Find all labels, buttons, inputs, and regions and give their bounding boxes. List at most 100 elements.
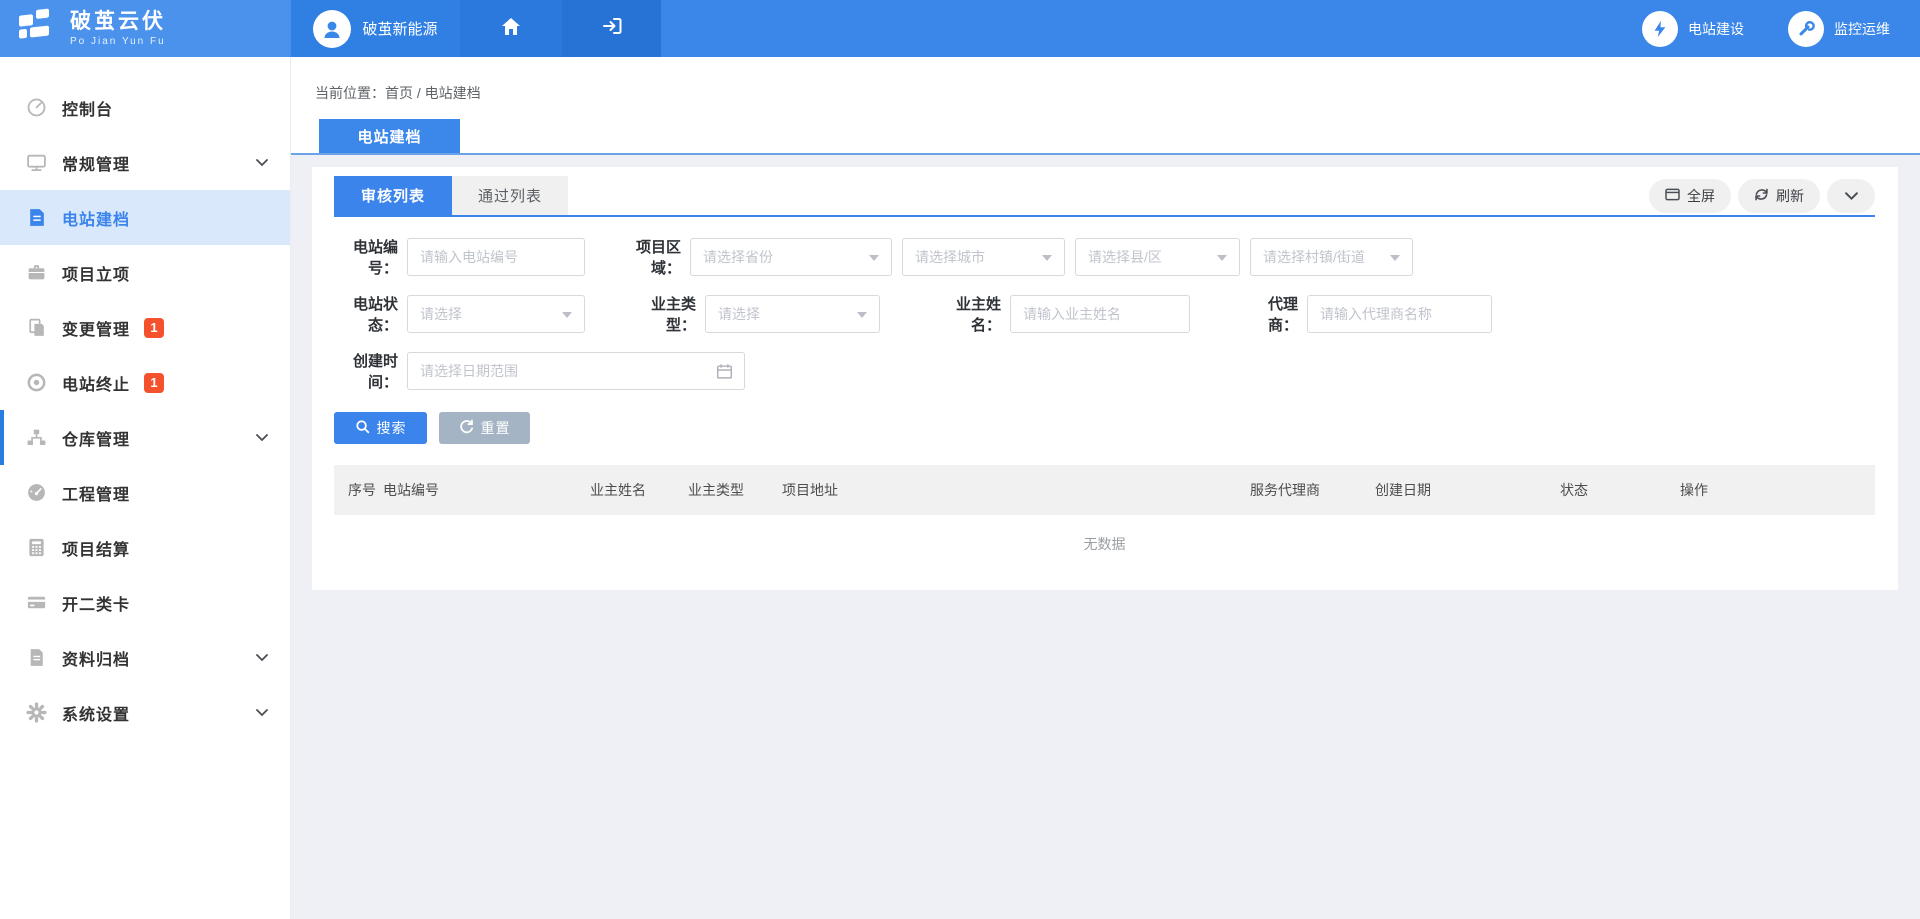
archive-icon xyxy=(25,647,47,669)
collapse-toggle-button[interactable] xyxy=(1827,179,1875,213)
owner-name-placeholder: 请输入业主姓名 xyxy=(1023,304,1121,324)
refresh-label: 刷新 xyxy=(1776,186,1804,206)
sidebar-item-label: 仓库管理 xyxy=(62,426,130,450)
sidebar-item-project-settlement[interactable]: 项目结算 xyxy=(0,520,290,575)
created-time-label: 创建时间： xyxy=(334,350,407,392)
home-button[interactable] xyxy=(460,0,562,57)
sidebar-item-console[interactable]: 控制台 xyxy=(0,80,290,135)
logout-icon xyxy=(602,17,622,40)
town-placeholder: 请选择村镇/街道 xyxy=(1263,247,1365,267)
sidebar-item-general-mgmt[interactable]: 常规管理 xyxy=(0,135,290,190)
province-placeholder: 请选择省份 xyxy=(703,247,773,267)
chevron-down-icon xyxy=(256,434,268,442)
card-icon xyxy=(25,592,47,614)
page-tab-station-archive[interactable]: 电站建档 xyxy=(319,119,460,153)
station-status-select[interactable]: 请选择 xyxy=(407,295,585,333)
refresh-button[interactable]: 刷新 xyxy=(1738,179,1820,213)
logout-button[interactable] xyxy=(562,0,661,57)
tab-review-list[interactable]: 审核列表 xyxy=(334,176,452,215)
caret-down-icon xyxy=(562,312,572,323)
table-header-row: 序号 电站编号 业主姓名 业主类型 项目地址 服务代理商 创建日期 状态 操作 xyxy=(334,465,1875,515)
filter-row-3: 创建时间： 请选择日期范围 xyxy=(334,352,1875,390)
date-range-input[interactable]: 请选择日期范围 xyxy=(407,352,745,390)
search-label: 搜索 xyxy=(377,418,407,438)
city-select[interactable]: 请选择城市 xyxy=(902,238,1065,276)
agent-placeholder: 请输入代理商名称 xyxy=(1320,304,1432,324)
module-monitor-ops[interactable]: 监控运维 xyxy=(1788,11,1890,47)
col-owner-name: 业主姓名 xyxy=(590,480,688,500)
action-buttons: 搜索 重置 xyxy=(334,412,1875,444)
brand-logo-icon xyxy=(16,8,60,49)
breadcrumb: 当前位置：首页 / 电站建档 xyxy=(315,83,481,103)
document-icon xyxy=(25,207,47,229)
fullscreen-label: 全屏 xyxy=(1687,186,1715,206)
brand-name: 破茧云伏 xyxy=(70,10,166,33)
sitemap-icon xyxy=(25,427,47,449)
copy-icon xyxy=(25,317,47,339)
sidebar-item-label: 开二类卡 xyxy=(62,591,130,615)
filter-row-2: 电站状态： 请选择 业主类型： 请选择 业主姓名： 请输入业主姓名 xyxy=(334,295,1875,333)
sidebar-item-label: 资料归档 xyxy=(62,646,130,670)
station-no-label: 电站编号： xyxy=(334,236,407,278)
sidebar-item-project-initiation[interactable]: 项目立项 xyxy=(0,245,290,300)
sidebar-item-label: 系统设置 xyxy=(62,701,130,725)
avatar[interactable] xyxy=(313,10,351,48)
province-select[interactable]: 请选择省份 xyxy=(690,238,892,276)
col-service-agent: 服务代理商 xyxy=(1250,480,1375,500)
sidebar-item-engineering-mgmt[interactable]: 工程管理 xyxy=(0,465,290,520)
user-menu[interactable]: 破茧新能源 xyxy=(291,0,460,57)
sidebar-item-station-termination[interactable]: 电站终止 1 xyxy=(0,355,290,410)
tab-underline xyxy=(334,215,1875,217)
col-seq: 序号 xyxy=(334,480,383,500)
col-station-no: 电站编号 xyxy=(383,480,590,500)
lightning-icon xyxy=(1642,11,1678,47)
agent-input[interactable]: 请输入代理商名称 xyxy=(1307,295,1492,333)
chevron-down-icon xyxy=(256,654,268,662)
station-no-input[interactable]: 请输入电站编号 xyxy=(407,238,585,276)
brand-text: 破茧云伏 Po Jian Yun Fu xyxy=(70,10,166,47)
sidebar-item-data-archive[interactable]: 资料归档 xyxy=(0,630,290,685)
chevron-down-icon xyxy=(256,709,268,717)
sidebar-item-open-class2-card[interactable]: 开二类卡 xyxy=(0,575,290,630)
city-placeholder: 请选择城市 xyxy=(915,247,985,267)
breadcrumb-bar: 当前位置：首页 / 电站建档 电站建档 xyxy=(291,57,1920,155)
calendar-icon xyxy=(716,363,733,383)
gauge-icon xyxy=(25,482,47,504)
content-body: 审核列表 通过列表 全屏 xyxy=(291,155,1920,919)
wrench-icon xyxy=(1788,11,1824,47)
breadcrumb-path[interactable]: 首页 / 电站建档 xyxy=(385,85,481,101)
town-select[interactable]: 请选择村镇/街道 xyxy=(1250,238,1413,276)
owner-type-select[interactable]: 请选择 xyxy=(705,295,880,333)
tab-passed-list[interactable]: 通过列表 xyxy=(452,176,568,215)
filter-form: 电站编号： 请输入电站编号 项目区域： 请选择省份 请选择城市 xyxy=(334,238,1875,390)
monitor-icon xyxy=(25,152,47,174)
region-label: 项目区域： xyxy=(617,236,690,278)
sidebar-item-change-mgmt[interactable]: 变更管理 1 xyxy=(0,300,290,355)
county-select[interactable]: 请选择县/区 xyxy=(1075,238,1240,276)
topbar-modules: 电站建设 监控运维 xyxy=(661,0,1920,57)
reset-button[interactable]: 重置 xyxy=(439,412,530,444)
sidebar-item-label: 常规管理 xyxy=(62,151,130,175)
search-icon xyxy=(355,419,370,437)
results-table: 序号 电站编号 业主姓名 业主类型 项目地址 服务代理商 创建日期 状态 操作 … xyxy=(334,465,1875,572)
search-button[interactable]: 搜索 xyxy=(334,412,427,444)
caret-down-icon xyxy=(857,312,867,323)
topbar: 破茧云伏 Po Jian Yun Fu 破茧新能源 xyxy=(0,0,1920,57)
sidebar-item-system-settings[interactable]: 系统设置 xyxy=(0,685,290,740)
station-status-label: 电站状态： xyxy=(334,293,407,335)
sidebar-item-label: 工程管理 xyxy=(62,481,130,505)
caret-down-icon xyxy=(1390,255,1400,266)
change-mgmt-badge: 1 xyxy=(144,318,164,338)
module-station-build[interactable]: 电站建设 xyxy=(1642,11,1744,47)
station-termination-badge: 1 xyxy=(144,373,164,393)
station-status-placeholder: 请选择 xyxy=(420,304,462,324)
target-icon xyxy=(25,372,47,394)
owner-name-input[interactable]: 请输入业主姓名 xyxy=(1010,295,1190,333)
sidebar-item-station-archive[interactable]: 电站建档 xyxy=(0,190,290,245)
owner-type-placeholder: 请选择 xyxy=(718,304,760,324)
caret-down-icon xyxy=(1042,255,1052,266)
owner-name-label: 业主姓名： xyxy=(935,293,1010,335)
calculator-icon xyxy=(25,537,47,559)
fullscreen-button[interactable]: 全屏 xyxy=(1649,179,1731,213)
sidebar-item-warehouse-mgmt[interactable]: 仓库管理 xyxy=(0,410,290,465)
